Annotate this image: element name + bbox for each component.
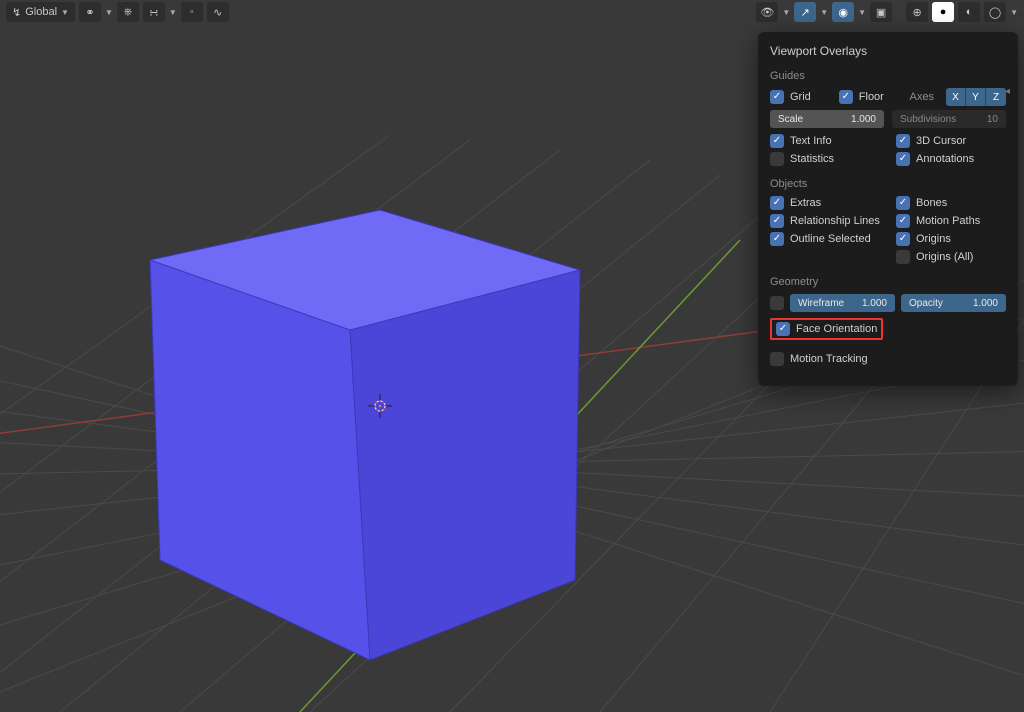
- curve-icon[interactable]: ∿: [207, 2, 229, 22]
- overlays-icon[interactable]: ◉: [832, 2, 854, 22]
- chevron-down-icon[interactable]: ▼: [169, 8, 177, 17]
- chevron-down-icon[interactable]: ▼: [1010, 8, 1018, 17]
- viewport-3d[interactable]: ↯ Global ▼ ⚭ ▼ ⎈ ∺ ▼ ◦ ∿ 👁 ▼ ↗ ▼ ◉ ▼ ▣ ⊕…: [0, 0, 1024, 712]
- proportional-icon[interactable]: ∺: [143, 2, 165, 22]
- axes-label: Axes: [910, 91, 934, 103]
- opacity-field[interactable]: Opacity 1.000: [901, 294, 1006, 312]
- axis-y-button[interactable]: Y: [966, 88, 986, 106]
- wireframe-field[interactable]: Wireframe 1.000: [790, 294, 895, 312]
- motion-tracking-checkbox[interactable]: Motion Tracking: [770, 352, 868, 366]
- subdivisions-field[interactable]: Subdivisions 10: [892, 110, 1006, 128]
- extras-checkbox[interactable]: Extras: [770, 196, 880, 210]
- wireframe-checkbox[interactable]: [770, 296, 784, 310]
- link-icon[interactable]: ⚭: [79, 2, 101, 22]
- origins-all-checkbox[interactable]: Origins (All): [896, 250, 1006, 264]
- guides-header: Guides: [770, 70, 1006, 82]
- axes-icon: ↯: [12, 6, 21, 19]
- cube-object[interactable]: [120, 200, 590, 680]
- axes-toggle[interactable]: X Y Z: [946, 88, 1006, 106]
- popover-title: Viewport Overlays: [770, 44, 1006, 58]
- viewport-header: ↯ Global ▼ ⚭ ▼ ⎈ ∺ ▼ ◦ ∿ 👁 ▼ ↗ ▼ ◉ ▼ ▣ ⊕…: [0, 0, 1024, 24]
- shading-rendered-icon[interactable]: ◯: [984, 2, 1006, 22]
- floor-checkbox[interactable]: Floor: [839, 90, 884, 104]
- gizmo-icon[interactable]: ↗: [794, 2, 816, 22]
- viewport-overlays-popover: Viewport Overlays ◂ Guides Grid Floor Ax…: [758, 32, 1018, 386]
- chevron-down-icon[interactable]: ▼: [105, 8, 113, 17]
- magnet-icon[interactable]: ⎈: [117, 2, 139, 22]
- chevron-down-icon: ▼: [61, 8, 69, 17]
- pivot-icon[interactable]: ◦: [181, 2, 203, 22]
- orientation-dropdown[interactable]: ↯ Global ▼: [6, 2, 75, 22]
- visibility-icon[interactable]: 👁: [756, 2, 778, 22]
- origins-checkbox[interactable]: Origins: [896, 232, 1006, 246]
- panel-collapse-icon[interactable]: ◂: [1005, 86, 1010, 97]
- motion-paths-checkbox[interactable]: Motion Paths: [896, 214, 1006, 228]
- toggle-xray-icon[interactable]: ▣: [870, 2, 892, 22]
- chevron-down-icon[interactable]: ▼: [858, 8, 866, 17]
- axis-z-button[interactable]: Z: [986, 88, 1006, 106]
- annotations-checkbox[interactable]: Annotations: [896, 152, 1006, 166]
- cursor3d-checkbox[interactable]: 3D Cursor: [896, 134, 1006, 148]
- shading-solid-icon[interactable]: ●: [932, 2, 954, 22]
- objects-header: Objects: [770, 178, 1006, 190]
- chevron-down-icon[interactable]: ▼: [782, 8, 790, 17]
- face-orientation-checkbox[interactable]: Face Orientation: [776, 322, 877, 336]
- grid-checkbox[interactable]: Grid: [770, 90, 811, 104]
- axis-x-button[interactable]: X: [946, 88, 966, 106]
- shading-wire-icon[interactable]: ⊕: [906, 2, 928, 22]
- bones-checkbox[interactable]: Bones: [896, 196, 1006, 210]
- relationship-checkbox[interactable]: Relationship Lines: [770, 214, 880, 228]
- face-orientation-highlight: Face Orientation: [770, 318, 883, 340]
- chevron-down-icon[interactable]: ▼: [820, 8, 828, 17]
- outline-checkbox[interactable]: Outline Selected: [770, 232, 880, 246]
- scale-field[interactable]: Scale 1.000: [770, 110, 884, 128]
- statistics-checkbox[interactable]: Statistics: [770, 152, 880, 166]
- orientation-label: Global: [25, 6, 57, 18]
- text-info-checkbox[interactable]: Text Info: [770, 134, 880, 148]
- geometry-header: Geometry: [770, 276, 1006, 288]
- shading-matprev-icon[interactable]: ◐: [958, 2, 980, 22]
